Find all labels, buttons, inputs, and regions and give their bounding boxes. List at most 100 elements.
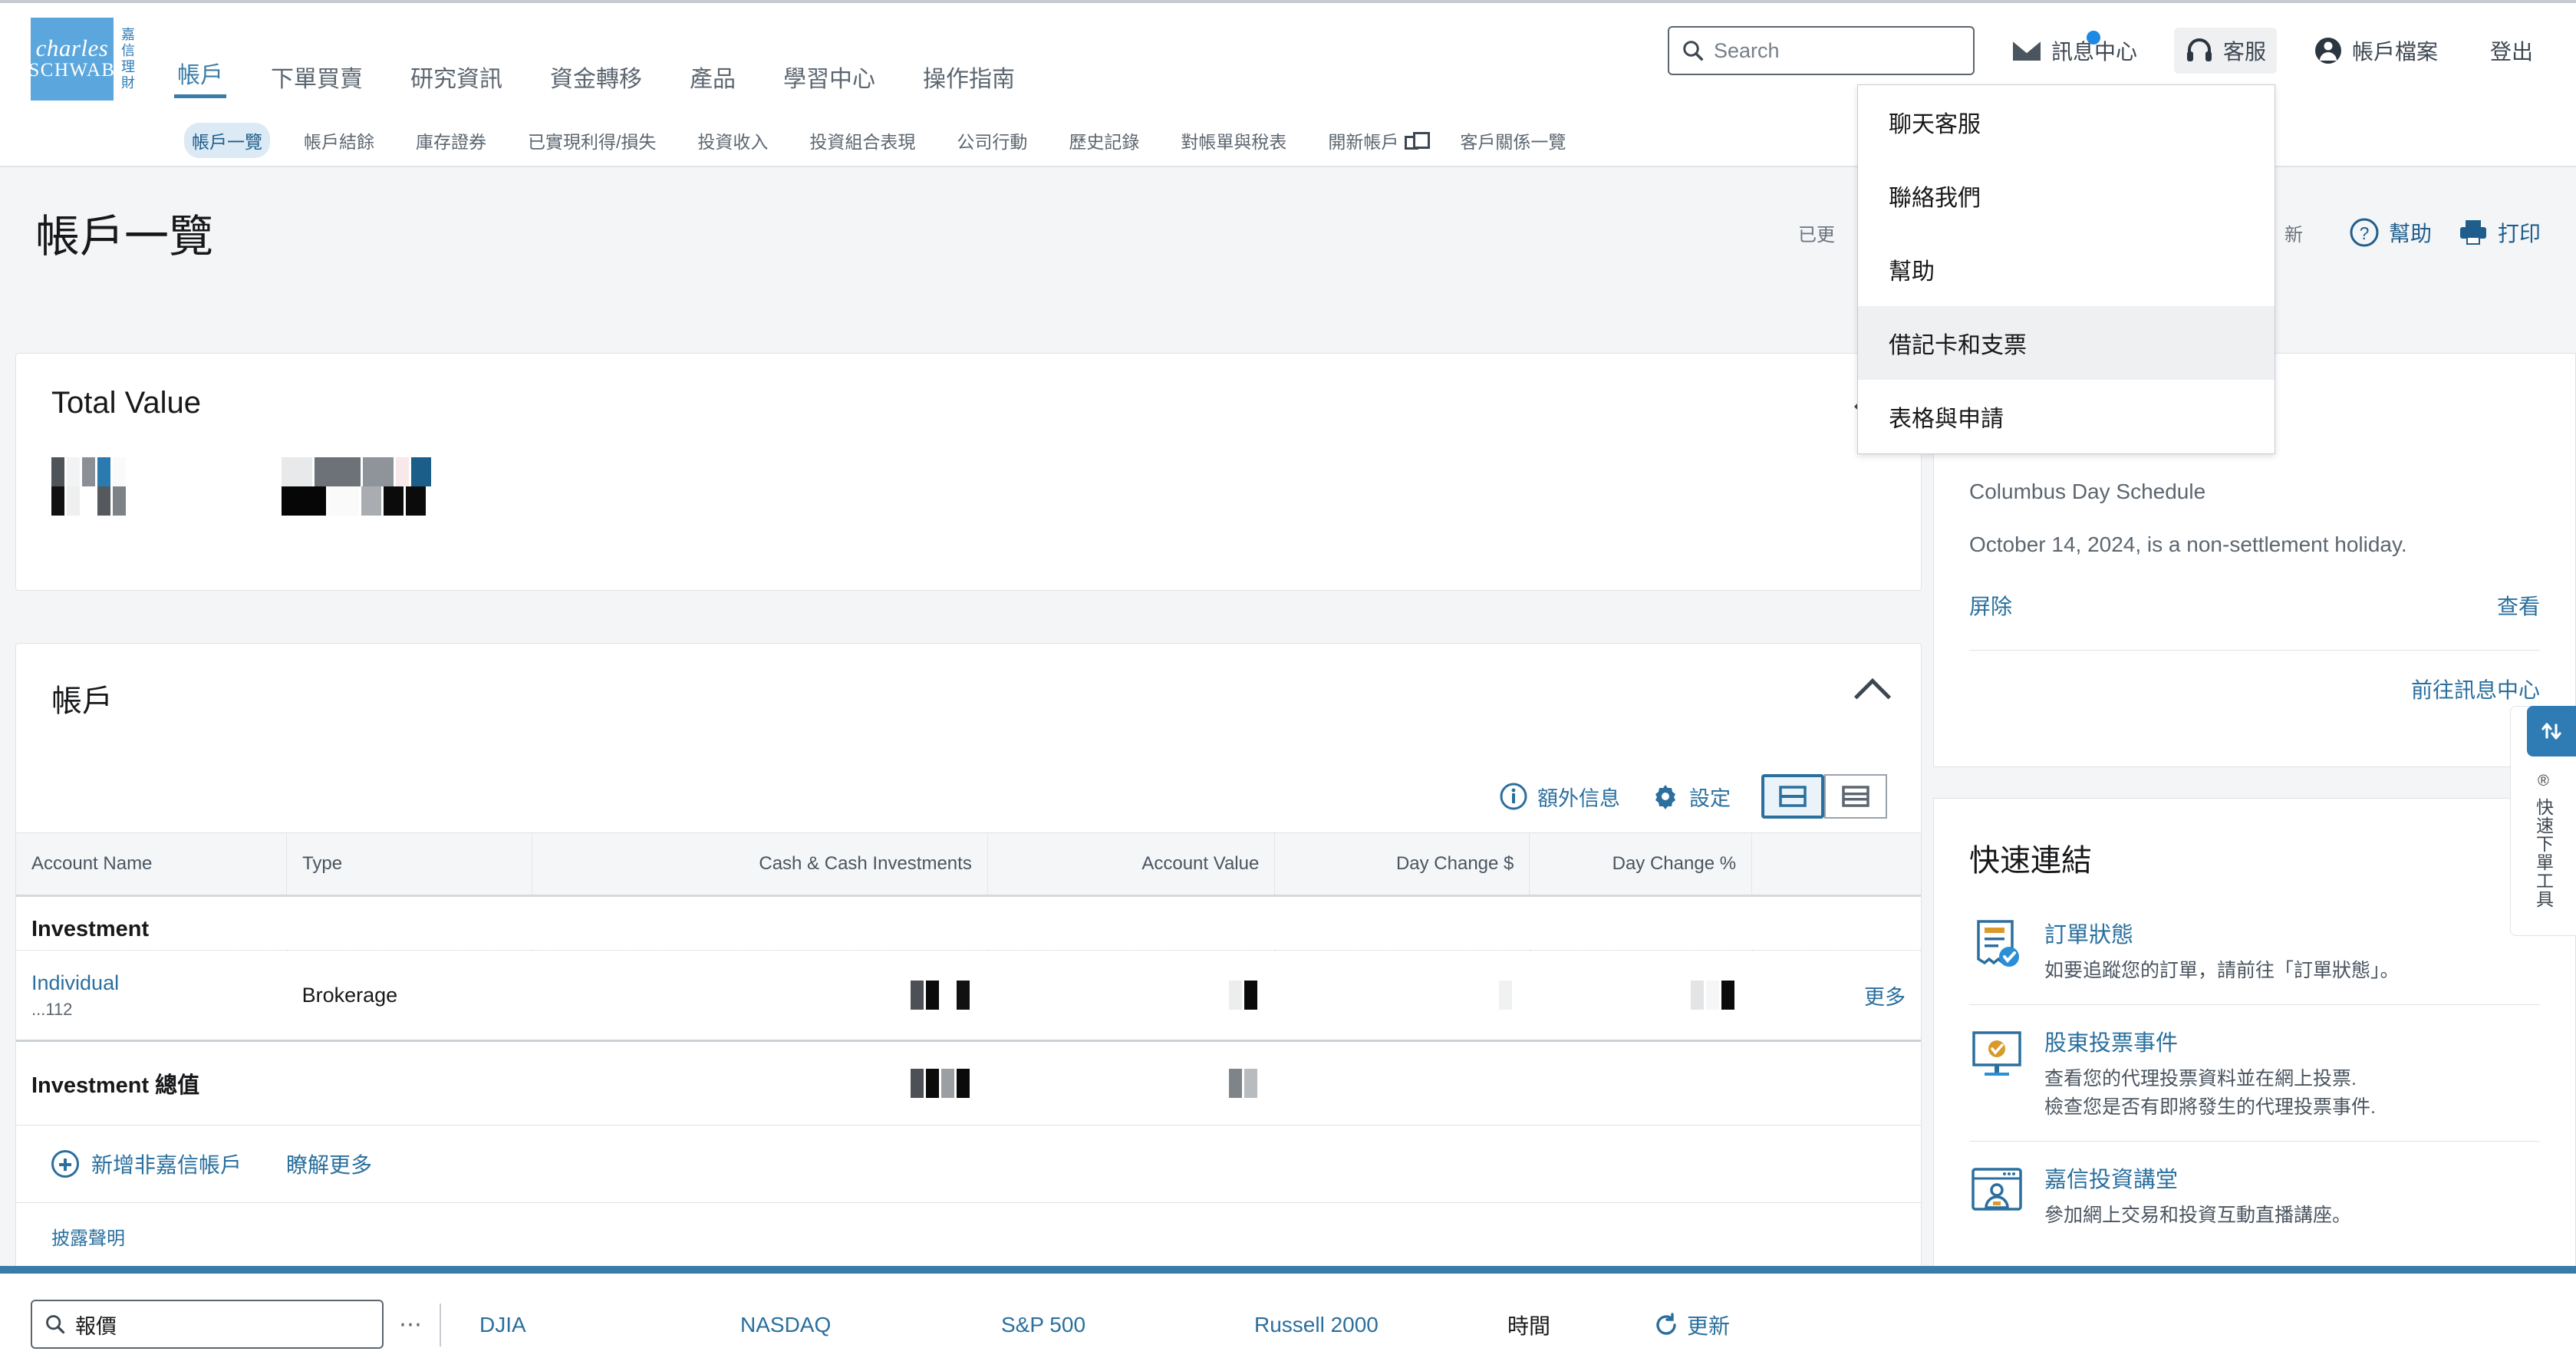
col-account-name[interactable]: Account Name [16,833,287,896]
settings-label: 設定 [1689,782,1731,812]
brand-logo[interactable]: charles SCHWAB 嘉信理財 [31,18,136,101]
webinar-icon [1969,1162,2024,1217]
masked-cash-value [911,981,972,1010]
news-view-link[interactable]: 查看 [2497,590,2540,621]
quick-links-body: 訂單狀態 如要追蹤您的訂單，請前往「訂單狀態」。 股東投票事件 查看您的代理投票… [1934,880,2575,1249]
col-day-change-percent[interactable]: Day Change % [1530,833,1752,896]
subnav-item-balances[interactable]: 帳戶結餘 [296,123,382,158]
dropdown-item-forms-applications[interactable]: 表格與申請 [1858,380,2275,453]
overflow-dots-icon[interactable]: ⋯ [399,1311,424,1338]
dropdown-item-chat[interactable]: 聊天客服 [1858,85,2275,159]
quote-search-icon [44,1314,66,1335]
accounts-card: 帳戶 額外信息 設定 [15,643,1922,1272]
total-day-change-dollar [1275,1041,1530,1126]
news-body-text: October 14, 2024, is a non-settlement ho… [1969,530,2540,559]
message-center-button[interactable]: 訊息中心 [2001,28,2148,74]
quick-link-order-status[interactable]: 訂單狀態 如要追蹤您的訂單，請前往「訂單狀態」。 [1969,897,2540,1005]
index-nasdaq[interactable]: NASDAQ [740,1313,1001,1337]
person-icon [2314,36,2343,65]
info-circle-icon [1499,782,1528,811]
compact-view-icon [1778,784,1807,809]
time-label: 時間 [1507,1310,1653,1340]
subnav-item-client-relationship[interactable]: 客戶關係一覽 [1452,123,1573,158]
cell-cash-masked [532,951,988,1041]
col-type[interactable]: Type [287,833,532,896]
account-profile-button[interactable]: 帳戶檔案 [2303,28,2449,74]
disclosure-link[interactable]: 披露聲明 [51,1228,125,1249]
nav-item-guides[interactable]: 操作指南 [920,55,1018,98]
dropdown-item-contact-us[interactable]: 聯絡我們 [1858,159,2275,232]
quick-link-order-status-text: 訂單狀態 如要追蹤您的訂單，請前往「訂單狀態」。 [2044,917,2400,984]
subnav-item-portfolio-performance[interactable]: 投資組合表現 [802,123,923,158]
view-toggle-detailed[interactable] [1824,774,1887,819]
refresh-label: 更新 [1687,1310,1730,1340]
news-headline: Columbus Day Schedule [1969,480,2540,504]
learn-more-link[interactable]: 瞭解更多 [286,1149,372,1179]
total-value-card: Total Value [15,353,1922,591]
quick-link-proxy-vote-title: 股東投票事件 [2044,1025,2376,1057]
logout-button[interactable]: 登出 [2470,28,2544,74]
subnav-item-open-account[interactable]: 開新帳戶 [1320,123,1426,158]
subnav-item-overview[interactable]: 帳戶一覽 [184,123,270,158]
extra-info-button[interactable]: 額外信息 [1499,782,1620,812]
subnav-item-investment-income[interactable]: 投資收入 [690,123,776,158]
nav-item-transfers[interactable]: 資金轉移 [547,55,645,98]
nav-item-research[interactable]: 研究資訊 [407,55,506,98]
total-value-masked [987,1041,1275,1126]
quote-search-input[interactable]: 報價 [31,1300,384,1349]
svg-text:?: ? [2360,223,2370,243]
accounts-collapse-chevron-icon[interactable] [1854,678,1891,715]
nav-item-accounts[interactable]: 帳戶 [174,51,226,98]
subnav-item-statements-tax[interactable]: 對帳單與稅表 [1173,123,1294,158]
subnav-item-realized-gain-loss[interactable]: 已實現利得/損失 [520,123,664,158]
nav-item-trade[interactable]: 下單買賣 [268,55,366,98]
total-day-change-percent [1530,1041,1752,1126]
group-row-filler [987,896,1921,951]
quick-trade-toggle-button[interactable] [2527,706,2576,756]
bottom-ticker-bar: 報價 ⋯ DJIA NASDAQ S&P 500 Russell 2000 時間… [0,1266,2576,1358]
ticker-divider [440,1304,441,1346]
add-non-schwab-account-link[interactable]: 新增非嘉信帳戶 [91,1149,242,1179]
search-input[interactable]: Search [1668,26,1975,75]
col-account-value[interactable]: Account Value [987,833,1275,896]
index-sp500[interactable]: S&P 500 [1001,1313,1254,1337]
col-cash[interactable]: Cash & Cash Investments [532,833,988,896]
subnav-item-positions[interactable]: 庫存證券 [408,123,494,158]
customer-service-button[interactable]: 客服 [2174,28,2277,74]
logo-schwab-text: SCHWAB [28,60,115,82]
refresh-button[interactable]: 更新 [1653,1310,1730,1340]
dropdown-item-debit-card-checks[interactable]: 借記卡和支票 [1858,306,2275,380]
quick-link-proxy-vote[interactable]: 股東投票事件 查看您的代理投票資料並在網上投票. 檢查您是否有即將發生的代理投票… [1969,1005,2540,1142]
goto-message-center-link[interactable]: 前往訊息中心 [2411,678,2540,702]
help-button[interactable]: ? 幫助 [2349,217,2432,248]
index-djia[interactable]: DJIA [479,1313,740,1337]
account-profile-label: 帳戶檔案 [2352,35,2438,66]
view-toggle-compact[interactable] [1761,774,1824,819]
quick-trade-side-tab-label: 快速下單工具 [2531,798,2557,908]
table-total-row: Investment 總值 [16,1041,1921,1126]
col-day-change-dollar[interactable]: Day Change $ [1275,833,1530,896]
quick-link-webinar-title: 嘉信投資講堂 [2044,1162,2351,1194]
index-russell2000[interactable]: Russell 2000 [1254,1313,1507,1337]
subnav-item-history[interactable]: 歷史記錄 [1061,123,1147,158]
cell-account-value-masked [987,951,1275,1041]
up-down-arrows-icon [2538,717,2565,745]
nav-item-education[interactable]: 學習中心 [780,55,878,98]
masked-total-value [1229,1069,1260,1098]
subnav-item-corporate-actions[interactable]: 公司行動 [949,123,1035,158]
row-more-link[interactable]: 更多 [1864,986,1906,1009]
quote-placeholder: 報價 [75,1310,117,1340]
quick-link-webinar[interactable]: 嘉信投資講堂 參加網上交易和投資互動直播講座。 [1969,1142,2540,1249]
view-toggle-group [1761,774,1887,819]
settings-button[interactable]: 設定 [1651,782,1731,812]
print-button[interactable]: 打印 [2458,217,2541,248]
external-link-icon [1405,136,1418,150]
print-label: 打印 [2498,217,2541,248]
account-link-individual[interactable]: Individual [31,971,119,994]
dropdown-item-help[interactable]: 幫助 [1858,232,2275,306]
registered-mark: ® [2538,773,2549,790]
quick-link-webinar-text: 嘉信投資講堂 參加網上交易和投資互動直播講座。 [2044,1162,2351,1229]
news-dismiss-link[interactable]: 屏除 [1969,590,2012,621]
nav-item-products[interactable]: 產品 [687,55,739,98]
table-header-row: Account Name Type Cash & Cash Investment… [16,833,1921,896]
